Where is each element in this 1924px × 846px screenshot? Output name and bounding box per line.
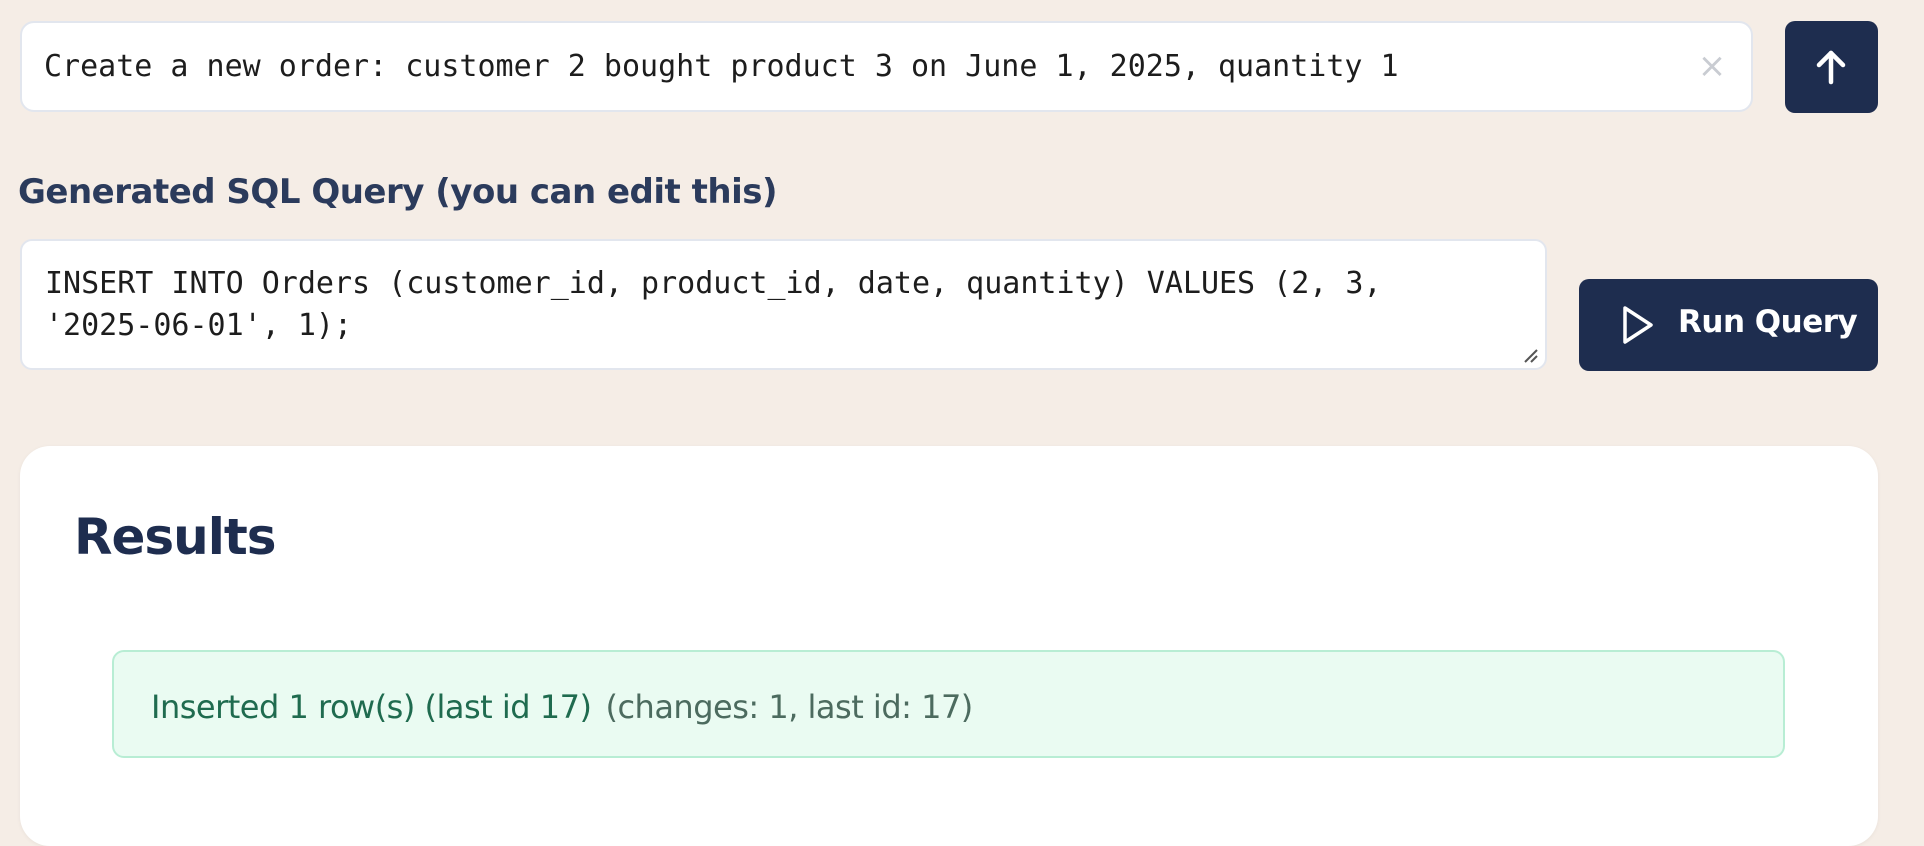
alert-detail: (changes: 1, last id: 17) — [605, 688, 973, 726]
sql-query-text[interactable]: INSERT INTO Orders (customer_id, product… — [45, 263, 1515, 347]
arrow-up-icon — [1816, 50, 1846, 85]
clear-icon[interactable]: × — [1695, 49, 1729, 83]
alert-text: Inserted 1 row(s) (last id 17) (changes: … — [151, 688, 973, 726]
alert-message: Inserted 1 row(s) (last id 17) — [151, 688, 592, 726]
sql-query-label: Generated SQL Query (you can edit this) — [18, 172, 778, 212]
run-query-label: Run Query — [1678, 304, 1858, 340]
success-alert: Inserted 1 row(s) (last id 17) (changes: … — [112, 650, 1785, 758]
prompt-input-container: × — [20, 21, 1753, 112]
play-icon — [1623, 306, 1653, 344]
run-query-button[interactable]: Run Query — [1579, 279, 1878, 371]
results-card: Results Inserted 1 row(s) (last id 17) (c… — [20, 446, 1878, 846]
prompt-row: × — [20, 21, 1878, 113]
resize-handle-icon[interactable] — [1521, 346, 1539, 364]
results-title: Results — [74, 508, 277, 566]
prompt-input[interactable] — [44, 23, 1684, 110]
sql-query-editor[interactable]: INSERT INTO Orders (customer_id, product… — [20, 239, 1547, 370]
submit-button[interactable] — [1785, 21, 1878, 113]
